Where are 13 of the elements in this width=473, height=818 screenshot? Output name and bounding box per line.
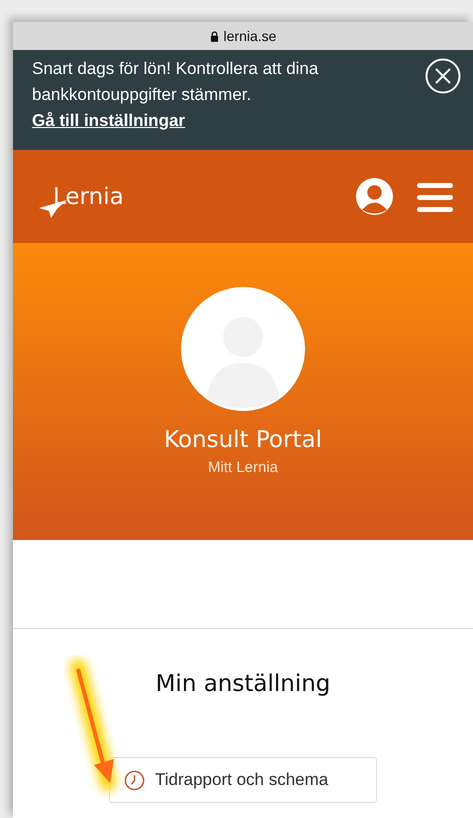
settings-link[interactable]: Gå till inställningar <box>32 108 186 134</box>
avatar-icon <box>181 287 305 411</box>
clock-icon <box>124 770 145 790</box>
section-title: Min anställning <box>156 671 330 697</box>
timesheet-button[interactable]: Tidrapport och schema <box>109 757 377 803</box>
user-icon[interactable] <box>356 178 393 215</box>
portal-title: Konsult Portal <box>164 427 322 453</box>
close-icon[interactable] <box>425 58 461 94</box>
logo-text[interactable]: Lernia <box>53 184 124 210</box>
url-text[interactable]: lernia.se <box>224 28 276 44</box>
banner-message: Snart dags för lön! Kontrollera att dina bankkontouppgifter stämmer. <box>32 58 320 106</box>
portal-subtitle: Mitt Lernia <box>208 459 278 476</box>
menu-icon[interactable] <box>417 180 453 212</box>
